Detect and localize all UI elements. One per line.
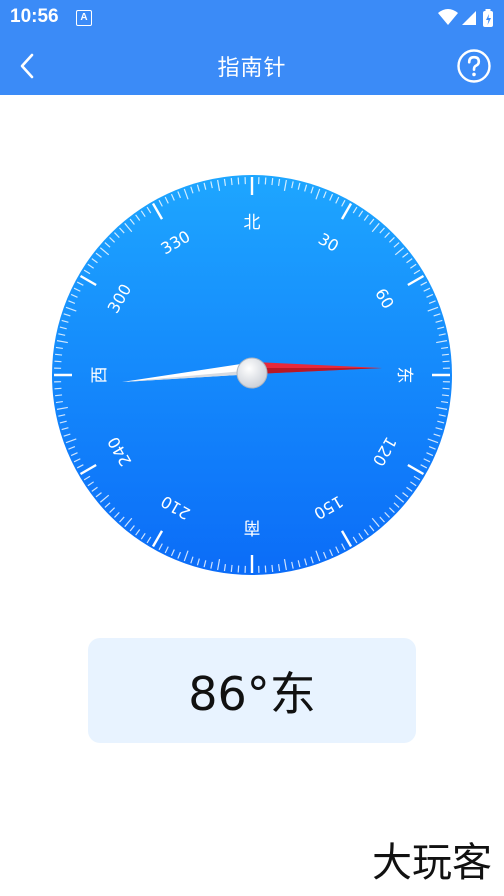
dial-tick — [271, 564, 274, 572]
app-bar: 指南针 — [0, 36, 504, 95]
wifi-icon — [438, 9, 458, 25]
watermark-text: 大玩客 — [372, 840, 492, 886]
page-title: 指南针 — [217, 56, 287, 81]
west-label: 西 — [90, 367, 110, 384]
needle-pivot — [236, 357, 268, 389]
dial-tick — [441, 394, 449, 397]
east-label: 东 — [394, 367, 414, 384]
notification-a-icon: A — [76, 10, 92, 26]
watermark-logo: 大玩客 — [372, 840, 492, 886]
heading-reading-card: 86°东 — [88, 638, 416, 743]
status-icons — [438, 9, 493, 27]
dial-tick — [441, 353, 449, 356]
status-bar: 10:56 A — [0, 0, 504, 36]
signal-icon — [462, 11, 476, 25]
dial-tick — [230, 178, 233, 186]
help-button[interactable] — [456, 48, 492, 84]
dial-tick — [230, 564, 233, 572]
dial-tick — [55, 394, 63, 397]
south-label: 南 — [244, 517, 261, 537]
north-label: 北 — [244, 213, 261, 233]
heading-reading: 86°东 — [188, 666, 316, 721]
compass-dial: 北 东 南 西 30 60 120 150 210 240 300 330 — [52, 175, 452, 575]
status-time: 10:56 — [10, 6, 59, 27]
dial-tick — [271, 178, 274, 186]
battery-icon — [483, 9, 493, 27]
dial-tick — [55, 353, 63, 356]
help-circle-icon — [457, 49, 491, 83]
